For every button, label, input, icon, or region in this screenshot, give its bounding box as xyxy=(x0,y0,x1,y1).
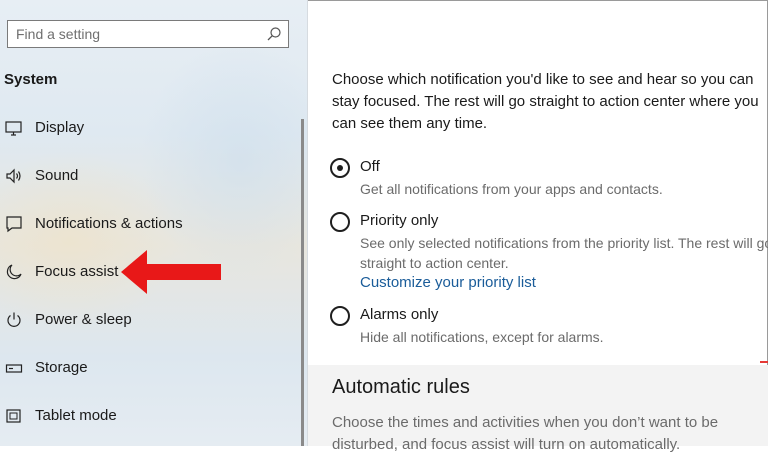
sidebar-item-label: Sound xyxy=(35,167,79,184)
option-title: Off xyxy=(360,158,380,175)
red-edge-mark xyxy=(760,361,768,363)
sidebar-item-label: Tablet mode xyxy=(35,407,117,424)
sidebar-item-label: Display xyxy=(35,119,85,136)
customize-priority-list-link[interactable]: Customize your priority list xyxy=(360,274,536,291)
storage-icon xyxy=(5,364,23,373)
main-content: Choose which notification you'd like to … xyxy=(308,0,768,453)
sidebar-item-power-sleep[interactable]: Power & sleep xyxy=(0,296,300,344)
tablet-icon xyxy=(6,409,21,423)
automatic-rules-heading: Automatic rules xyxy=(332,376,470,398)
red-arrow-annotation xyxy=(121,250,221,294)
sidebar-item-label: Storage xyxy=(35,359,88,376)
section-title: System xyxy=(4,71,58,88)
option-title: Priority only xyxy=(360,212,439,229)
option-off[interactable]: Off Get all notifications from your apps… xyxy=(330,158,750,202)
option-description: Get all notifications from your apps and… xyxy=(360,181,663,197)
speaker-icon xyxy=(6,168,21,184)
automatic-rules-description: Choose the times and activities when you… xyxy=(332,414,719,453)
option-description: Hide all notifications, except for alarm… xyxy=(360,329,604,345)
sidebar-item-label: Notifications & actions xyxy=(35,215,183,232)
sidebar-item-label: Power & sleep xyxy=(35,311,132,328)
sidebar-item-sound[interactable]: Sound xyxy=(0,152,300,200)
search-box[interactable] xyxy=(7,20,289,48)
option-description: See only selected notifications from the… xyxy=(360,235,768,271)
option-priority-only[interactable]: Priority only See only selected notifica… xyxy=(330,212,768,296)
sidebar-item-tablet-mode[interactable]: Tablet mode xyxy=(0,392,300,440)
moon-icon xyxy=(6,264,22,280)
sidebar-item-display[interactable]: Display xyxy=(0,104,300,152)
intro-text: Choose which notification you'd like to … xyxy=(332,71,759,132)
sidebar-item-notifications[interactable]: Notifications & actions xyxy=(0,200,300,248)
option-title: Alarms only xyxy=(360,306,439,323)
display-icon xyxy=(5,121,22,136)
radio-priority-only[interactable] xyxy=(330,212,350,232)
sidebar-item-storage[interactable]: Storage xyxy=(0,344,300,392)
sidebar-item-label: Focus assist xyxy=(35,263,119,280)
search-input[interactable] xyxy=(8,21,266,47)
search-icon[interactable] xyxy=(266,26,282,42)
option-alarms-only[interactable]: Alarms only Hide all notifications, exce… xyxy=(330,306,750,350)
radio-alarms-only[interactable] xyxy=(330,306,350,326)
sidebar: System Display Sound Notifications & act… xyxy=(0,0,308,446)
power-icon xyxy=(7,312,21,327)
sidebar-scrollbar[interactable] xyxy=(301,119,304,446)
notifications-icon xyxy=(6,216,22,233)
radio-off[interactable] xyxy=(330,158,350,178)
